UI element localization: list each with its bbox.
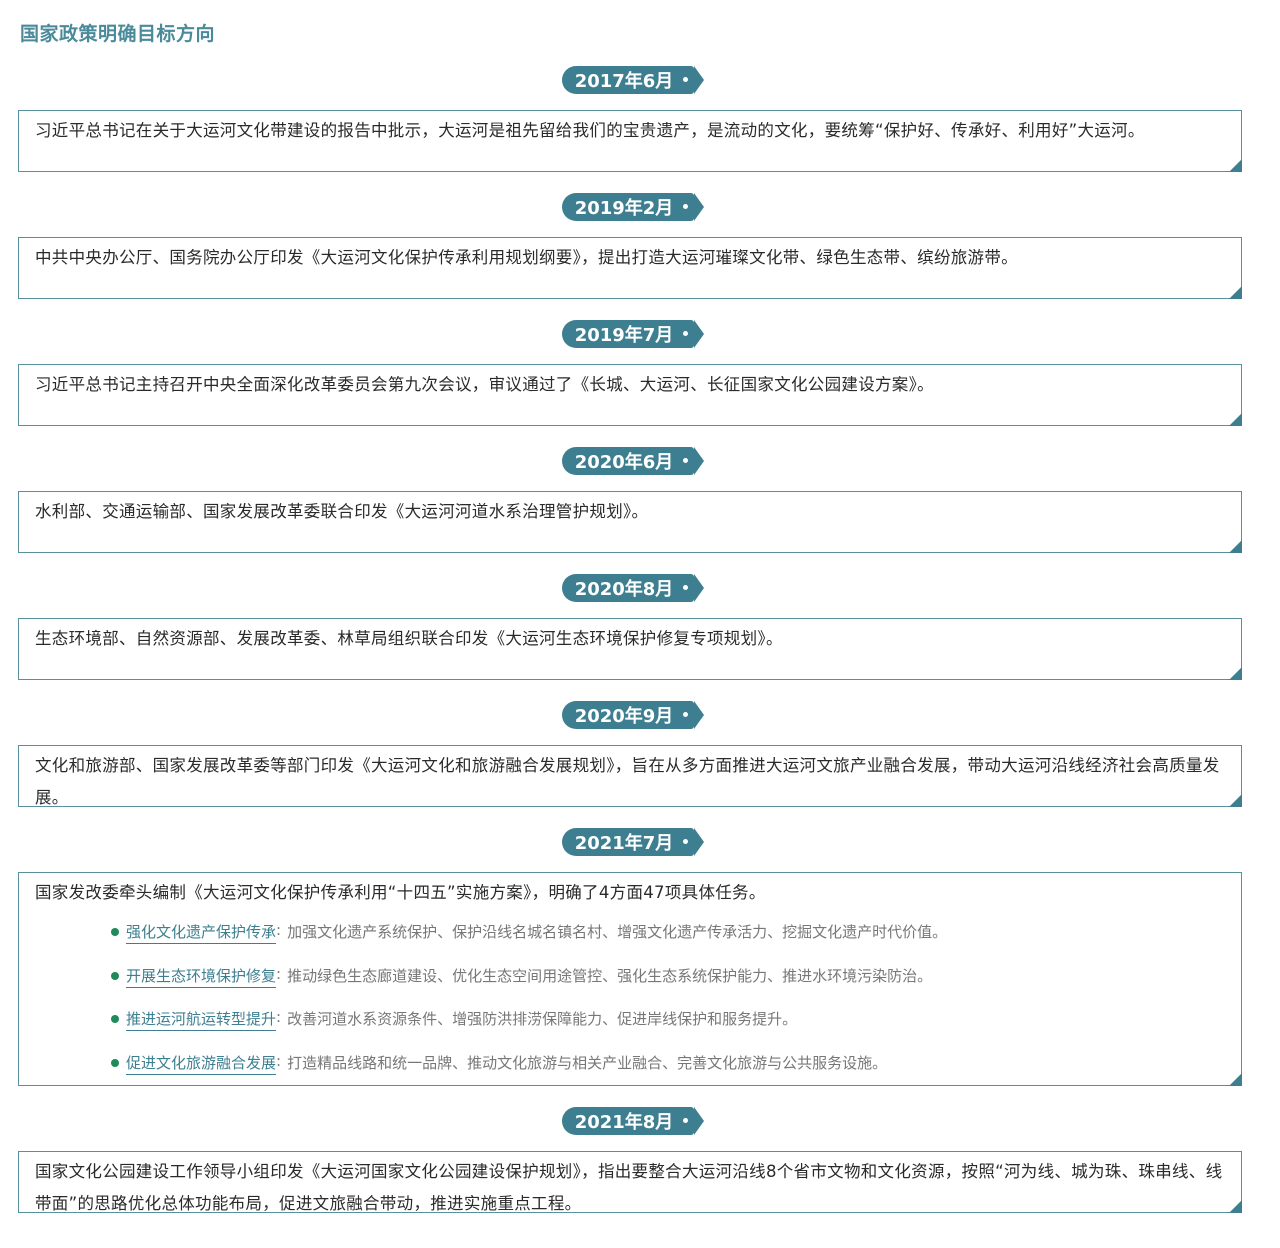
task-title: 推进运河航运转型提升 <box>126 1008 277 1031</box>
dot-icon <box>683 839 688 844</box>
task-item: 开展生态环境保护修复 : 推动绿色生态廊道建设、优化生态空间用途管控、强化生态系… <box>111 961 1229 1005</box>
task-item: 促进文化旅游融合发展 : 打造精品线路和统一品牌、推动文化旅游与相关产业融合、完… <box>111 1048 1229 1092</box>
corner-triangle-icon <box>1229 1073 1242 1086</box>
task-item: 推进运河航运转型提升 : 改善河道水系资源条件、增强防洪排涝保障能力、促进岸线保… <box>111 1004 1229 1048</box>
task-separator: : <box>276 1051 282 1070</box>
page-title: 国家政策明确目标方向 <box>20 23 216 45</box>
date-badge: 2020年6月 <box>562 447 704 475</box>
dot-icon <box>683 1118 688 1123</box>
policy-card: 国家发改委牵头编制《大运河文化保护传承利用“十四五”实施方案》，明确了4方面47… <box>18 872 1242 1086</box>
bullet-dot-icon <box>111 1058 119 1067</box>
task-description: 改善河道水系资源条件、增强防洪排涝保障能力、促进岸线保护和服务提升。 <box>287 1010 798 1028</box>
date-badge: 2019年2月 <box>562 193 704 221</box>
dot-icon <box>683 712 688 717</box>
task-description: 加强文化遗产系统保护、保护沿线名城名镇名村、增强文化遗产传承活力、挖掘文化遗产时… <box>287 923 948 941</box>
date-label: 2021年7月 <box>574 833 674 854</box>
dot-icon <box>683 331 688 336</box>
policy-text: 习近平总书记主持召开中央全面深化改革委员会第九次会议，审议通过了《长城、大运河、… <box>35 375 934 394</box>
task-separator: : <box>276 921 282 939</box>
date-badge: 2020年9月 <box>562 701 704 729</box>
corner-triangle-icon <box>1229 413 1242 426</box>
bullet-dot-icon <box>111 928 119 936</box>
date-label: 2017年6月 <box>574 71 674 92</box>
policy-text: 国家发改委牵头编制《大运河文化保护传承利用“十四五”实施方案》，明确了4方面47… <box>35 883 766 902</box>
policy-text: 习近平总书记在关于大运河文化带建设的报告中批示，大运河是祖先留给我们的宝贵遗产，… <box>35 121 1145 140</box>
corner-triangle-icon <box>1229 1200 1242 1213</box>
task-description: 打造精品线路和统一品牌、推动文化旅游与相关产业融合、完善文化旅游与公共服务设施。 <box>287 1053 888 1072</box>
task-title: 开展生态环境保护修复 <box>126 965 277 988</box>
policy-text: 水利部、交通运输部、国家发展改革委联合印发《大运河河道水系治理管护规划》。 <box>35 502 649 521</box>
date-badge: 2020年8月 <box>562 574 704 602</box>
dot-icon <box>683 204 688 209</box>
corner-triangle-icon <box>1229 794 1242 807</box>
bullet-dot-icon <box>111 1015 119 1023</box>
policy-card: 中共中央办公厅、国务院办公厅印发《大运河文化保护传承利用规划纲要》，提出打造大运… <box>18 237 1242 299</box>
policy-text: 文化和旅游部、国家发展改革委等部门印发《大运河文化和旅游融合发展规划》，旨在从多… <box>35 756 1220 807</box>
task-separator: : <box>276 1008 282 1026</box>
corner-triangle-icon <box>1229 159 1242 172</box>
task-separator: : <box>276 964 282 983</box>
date-badge: 2017年6月 <box>562 66 704 94</box>
date-badge: 2021年8月 <box>562 1107 704 1135</box>
date-label: 2019年7月 <box>574 325 674 346</box>
policy-text: 中共中央办公厅、国务院办公厅印发《大运河文化保护传承利用规划纲要》，提出打造大运… <box>35 248 1018 267</box>
dot-icon <box>683 458 688 463</box>
policy-card: 生态环境部、自然资源部、发展改革委、林草局组织联合印发《大运河生态环境保护修复专… <box>18 618 1242 680</box>
task-list: 强化文化遗产保护传承 : 加强文化遗产系统保护、保护沿线名城名镇名村、增强文化遗… <box>35 917 1229 1091</box>
policy-card: 习近平总书记主持召开中央全面深化改革委员会第九次会议，审议通过了《长城、大运河、… <box>18 364 1242 426</box>
task-description: 推动绿色生态廊道建设、优化生态空间用途管控、强化生态系统保护能力、推进水环境污染… <box>287 966 933 985</box>
policy-card: 文化和旅游部、国家发展改革委等部门印发《大运河文化和旅游融合发展规划》，旨在从多… <box>18 745 1242 807</box>
corner-triangle-icon <box>1229 667 1242 680</box>
date-label: 2019年2月 <box>574 198 674 219</box>
corner-triangle-icon <box>1229 540 1242 553</box>
dot-icon <box>683 77 688 82</box>
task-title: 促进文化旅游融合发展 <box>126 1052 277 1075</box>
date-label: 2021年8月 <box>574 1112 674 1133</box>
task-title: 强化文化遗产保护传承 <box>126 921 277 944</box>
task-item: 强化文化遗产保护传承 : 加强文化遗产系统保护、保护沿线名城名镇名村、增强文化遗… <box>111 917 1229 961</box>
policy-text: 生态环境部、自然资源部、发展改革委、林草局组织联合印发《大运河生态环境保护修复专… <box>35 629 783 648</box>
policy-card: 国家文化公园建设工作领导小组印发《大运河国家文化公园建设保护规划》，指出要整合大… <box>18 1151 1242 1213</box>
corner-triangle-icon <box>1229 286 1242 299</box>
policy-text: 国家文化公园建设工作领导小组印发《大运河国家文化公园建设保护规划》，指出要整合大… <box>35 1162 1223 1213</box>
policy-card: 习近平总书记在关于大运河文化带建设的报告中批示，大运河是祖先留给我们的宝贵遗产，… <box>18 110 1242 172</box>
date-label: 2020年6月 <box>574 452 674 473</box>
bullet-dot-icon <box>111 971 119 980</box>
dot-icon <box>683 585 688 590</box>
policy-card: 水利部、交通运输部、国家发展改革委联合印发《大运河河道水系治理管护规划》。 <box>18 491 1242 553</box>
date-badge: 2019年7月 <box>562 320 704 348</box>
date-label: 2020年8月 <box>574 579 674 600</box>
date-badge: 2021年7月 <box>562 828 704 856</box>
date-label: 2020年9月 <box>574 706 674 727</box>
